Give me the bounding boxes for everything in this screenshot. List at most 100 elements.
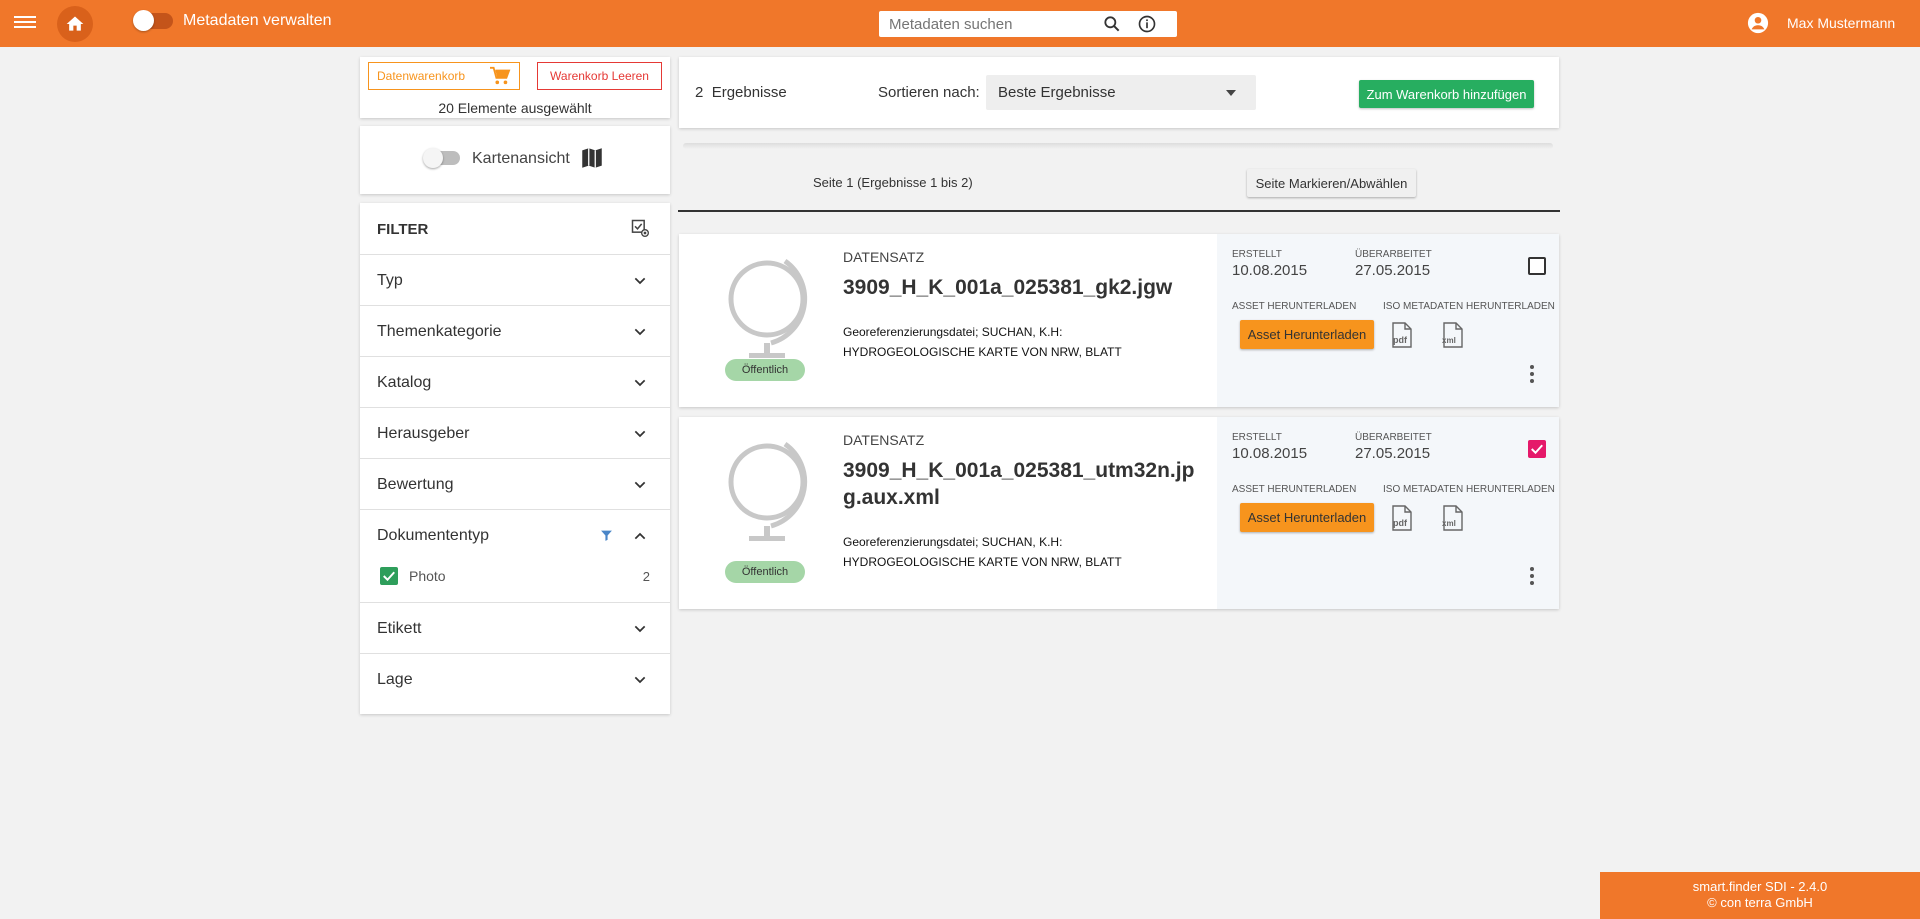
- chevron-down-icon: [634, 676, 646, 684]
- filter-herausgeber[interactable]: Herausgeber: [360, 408, 670, 459]
- revised-label: ÜBERARBEITET: [1355, 432, 1432, 443]
- data-cart-button[interactable]: Datenwarenkorb: [368, 62, 520, 90]
- filter-settings-icon[interactable]: [630, 218, 650, 238]
- pager-divider: [683, 143, 1553, 149]
- revised-date: 27.05.2015: [1355, 445, 1431, 462]
- record-description: Georeferenzierungsdatei; SUCHAN, K.H: HY…: [843, 535, 1122, 569]
- shopping-cart-icon: [490, 66, 511, 85]
- home-icon: [66, 16, 84, 31]
- svg-text:pdf: pdf: [1393, 518, 1408, 528]
- created-label: ERSTELLT: [1232, 249, 1282, 260]
- results-count: 2 Ergebnisse: [695, 84, 787, 101]
- add-to-cart-button[interactable]: Zum Warenkorb hinzufügen: [1359, 80, 1534, 108]
- info-icon[interactable]: [1137, 14, 1157, 34]
- user-name: Max Mustermann: [1787, 15, 1896, 31]
- result-record: Öffentlich DATENSATZ 3909_H_K_001a_02538…: [679, 417, 1559, 609]
- visibility-badge: Öffentlich: [725, 561, 805, 583]
- check-icon: [1531, 444, 1543, 455]
- more-options-icon[interactable]: [1530, 365, 1534, 386]
- user-menu[interactable]: Max Mustermann: [1747, 12, 1895, 34]
- version-text: smart.finder SDI - 2.4.0: [1692, 879, 1828, 894]
- filter-option-label: Photo: [409, 568, 446, 584]
- manage-metadata-toggle[interactable]: [133, 10, 173, 31]
- chevron-down-icon: [634, 481, 646, 489]
- pdf-file-icon[interactable]: pdf: [1390, 505, 1414, 531]
- clear-cart-button[interactable]: Warenkorb Leeren: [537, 62, 662, 90]
- cart-panel: Datenwarenkorb Warenkorb Leeren 20 Eleme…: [360, 57, 670, 118]
- home-button[interactable]: [57, 6, 93, 42]
- manage-metadata-label: Metadaten verwalten: [183, 12, 332, 29]
- filter-label: Themenkategorie: [377, 323, 502, 340]
- menu-icon[interactable]: [14, 13, 36, 33]
- asset-download-button[interactable]: Asset Herunterladen: [1240, 503, 1374, 532]
- record-type: DATENSATZ: [843, 432, 925, 448]
- check-icon: [383, 571, 395, 582]
- globe-icon: [728, 441, 808, 541]
- record-checkbox[interactable]: [1528, 257, 1546, 275]
- chevron-up-icon: [634, 532, 646, 540]
- chevron-down-icon: [634, 625, 646, 633]
- asset-download-label: ASSET HERUNTERLADEN: [1232, 301, 1357, 312]
- chevron-down-icon: [634, 277, 646, 285]
- record-checkbox[interactable]: [1528, 440, 1546, 458]
- chevron-down-icon: [634, 379, 646, 387]
- record-actions: ERSTELLT 10.08.2015 ÜBERARBEITET 27.05.2…: [1217, 234, 1559, 407]
- filter-dokumententyp[interactable]: Dokumententyp: [360, 510, 670, 561]
- record-title[interactable]: 3909_H_K_001a_025381_utm32n.jpg.aux.xml: [843, 457, 1203, 511]
- photo-checkbox[interactable]: [380, 567, 398, 585]
- filter-katalog[interactable]: Katalog: [360, 357, 670, 408]
- asset-download-label: ASSET HERUNTERLADEN: [1232, 484, 1357, 495]
- more-options-icon[interactable]: [1530, 567, 1534, 588]
- created-date: 10.08.2015: [1232, 262, 1308, 279]
- filter-label: Lage: [377, 671, 413, 688]
- sort-select[interactable]: Beste Ergebnisse: [986, 75, 1256, 110]
- sort-label: Sortieren nach:: [878, 84, 980, 101]
- asset-download-button[interactable]: Asset Herunterladen: [1240, 320, 1374, 349]
- record-title[interactable]: 3909_H_K_001a_025381_gk2.jgw: [843, 274, 1203, 301]
- pdf-file-icon[interactable]: pdf: [1390, 322, 1414, 348]
- filter-themenkategorie[interactable]: Themenkategorie: [360, 306, 670, 357]
- chevron-down-icon: [634, 328, 646, 336]
- record-info: Öffentlich DATENSATZ 3909_H_K_001a_02538…: [679, 234, 1217, 407]
- map-view-label: Kartenansicht: [472, 150, 570, 167]
- filter-header: FILTER: [360, 203, 670, 255]
- filter-option-count: 2: [642, 569, 650, 584]
- account-icon: [1747, 12, 1769, 34]
- filter-title: FILTER: [377, 221, 429, 238]
- record-info: Öffentlich DATENSATZ 3909_H_K_001a_02538…: [679, 417, 1217, 609]
- filter-label: Herausgeber: [377, 425, 470, 442]
- filter-label: Etikett: [377, 620, 422, 637]
- result-record: Öffentlich DATENSATZ 3909_H_K_001a_02538…: [679, 234, 1559, 407]
- chevron-down-icon: [634, 430, 646, 438]
- filter-panel: FILTER Typ Themenkategorie Katalog Herau…: [360, 203, 670, 714]
- map-view-toggle[interactable]: [423, 148, 460, 168]
- visibility-badge: Öffentlich: [725, 359, 805, 381]
- search-input[interactable]: [889, 15, 1089, 33]
- revised-date: 27.05.2015: [1355, 262, 1431, 279]
- search-icon[interactable]: [1102, 14, 1122, 34]
- search-box: [879, 11, 1177, 37]
- filter-etikett[interactable]: Etikett: [360, 603, 670, 654]
- globe-icon: [728, 258, 808, 358]
- filter-typ[interactable]: Typ: [360, 255, 670, 306]
- record-description: Georeferenzierungsdatei; SUCHAN, K.H: HY…: [843, 325, 1122, 359]
- results-count-label: Ergebnisse: [711, 84, 787, 101]
- iso-download-label: ISO METADATEN HERUNTERLADEN: [1383, 301, 1555, 312]
- copyright-text: © con terra GmbH: [1707, 895, 1813, 910]
- filter-label: Bewertung: [377, 476, 454, 493]
- iso-download-label: ISO METADATEN HERUNTERLADEN: [1383, 484, 1555, 495]
- dropdown-arrow-icon: [1226, 90, 1236, 96]
- filter-bewertung[interactable]: Bewertung: [360, 459, 670, 510]
- pager-underline: [678, 210, 1560, 212]
- filter-lage[interactable]: Lage: [360, 654, 670, 705]
- created-date: 10.08.2015: [1232, 445, 1308, 462]
- svg-text:xml: xml: [1442, 336, 1456, 345]
- xml-file-icon[interactable]: xml: [1441, 322, 1465, 348]
- filter-option-photo[interactable]: Photo 2: [360, 561, 670, 603]
- xml-file-icon[interactable]: xml: [1441, 505, 1465, 531]
- selected-count: 20 Elemente ausgewählt: [438, 100, 592, 116]
- revised-label: ÜBERARBEITET: [1355, 249, 1432, 260]
- svg-text:xml: xml: [1442, 519, 1456, 528]
- mark-page-button[interactable]: Seite Markieren/Abwählen: [1247, 169, 1416, 197]
- results-count-number: 2: [695, 84, 704, 101]
